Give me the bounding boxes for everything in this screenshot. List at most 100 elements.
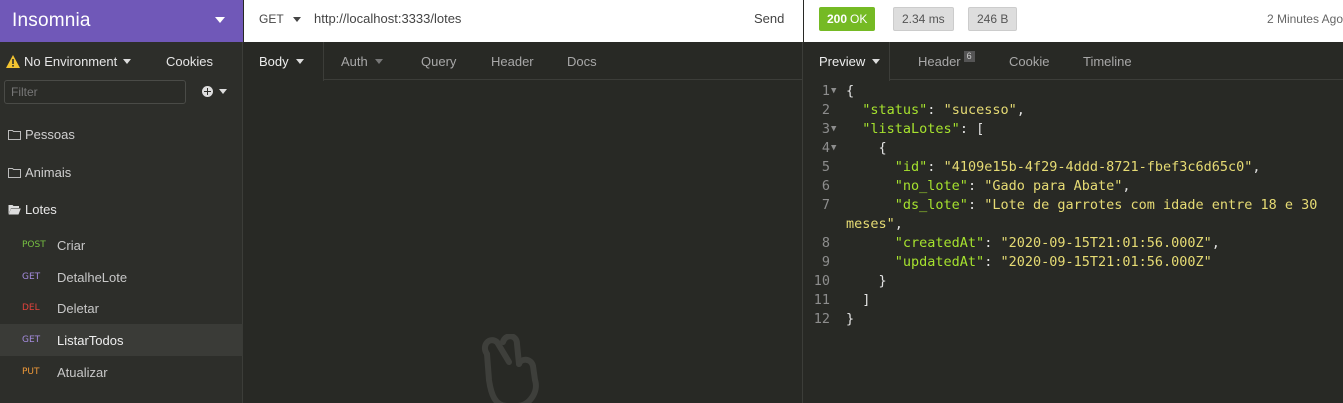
- code-line: 10 }: [804, 272, 1343, 291]
- url-input[interactable]: http://localhost:3333/lotes: [314, 11, 461, 26]
- json-punctuation: [846, 121, 862, 137]
- line-number: 1: [821, 83, 830, 99]
- code-line: 1 ▼ {: [804, 82, 1343, 101]
- tab-cookie[interactable]: Cookie: [1009, 42, 1049, 80]
- response-tabs: Preview Header 6 Cookie Timeline: [804, 42, 1343, 81]
- json-punctuation: :: [984, 254, 1001, 270]
- code-text: meses",: [846, 215, 903, 234]
- tab-header[interactable]: Header: [491, 42, 534, 80]
- json-string: "2020-09-15T21:01:56.000Z": [1000, 235, 1212, 251]
- code-line: 12}: [804, 310, 1343, 329]
- tab-timeline[interactable]: Timeline: [1083, 42, 1132, 80]
- response-body-viewer[interactable]: 1 ▼{2 "status": "sucesso", 3 ▼ "listaLotes"…: [804, 82, 1343, 329]
- json-key: "id": [894, 159, 928, 175]
- tab-label: Cookie: [1009, 53, 1050, 69]
- line-number: 4: [821, 140, 830, 156]
- status-code: 200: [827, 12, 848, 26]
- code-text: }: [846, 310, 854, 329]
- code-text: "status": "sucesso",: [846, 101, 1025, 120]
- json-punctuation: }: [846, 311, 855, 327]
- plus-circle-icon: [202, 86, 213, 97]
- line-number: 9: [821, 254, 830, 270]
- tab-docs[interactable]: Docs: [567, 42, 597, 80]
- code-line: 4 ▼ {: [804, 139, 1343, 158]
- send-button[interactable]: Send: [754, 11, 784, 26]
- json-punctuation: {: [846, 140, 887, 156]
- tab-query[interactable]: Query: [421, 42, 456, 80]
- chevron-down-icon: [295, 59, 304, 64]
- tab-label: Query: [421, 53, 457, 69]
- line-number: 11: [813, 292, 830, 308]
- tab-label: Body: [259, 54, 289, 69]
- json-punctuation: [846, 102, 862, 118]
- json-key: "listaLotes": [862, 121, 960, 137]
- environment-row: No Environment Cookies: [0, 42, 243, 80]
- empty-state-hand-icon: [481, 334, 539, 403]
- json-key: "updatedAt": [894, 254, 985, 270]
- folder-animais[interactable]: Animais: [8, 165, 71, 180]
- line-number: 10: [813, 273, 830, 289]
- request-item-atualizar[interactable]: PUT Atualizar: [0, 356, 243, 388]
- json-string: "Gado para Abate": [984, 178, 1123, 194]
- chevron-down-icon: [123, 59, 132, 64]
- tab-response-header[interactable]: Header 6: [918, 42, 975, 80]
- cookies-button[interactable]: Cookies: [166, 54, 213, 69]
- response-pane: 200 OK 2.34 ms 246 B 2 Minutes Ago Previ…: [804, 0, 1343, 403]
- code-line: 5 "id": "4109e15b-4f29-4ddd-8721-fbef3c6…: [804, 158, 1343, 177]
- filter-input[interactable]: [4, 80, 186, 104]
- json-punctuation: :: [927, 102, 944, 118]
- json-punctuation: ,: [1211, 235, 1220, 251]
- json-punctuation: ,: [1252, 159, 1261, 175]
- status-badge: 200 OK: [819, 7, 876, 31]
- folder-lotes[interactable]: Lotes: [8, 202, 57, 217]
- response-status-bar: 200 OK 2.34 ms 246 B 2 Minutes Ago: [804, 0, 1343, 42]
- code-text: "updatedAt": "2020-09-15T21:01:56.000Z": [846, 253, 1212, 272]
- request-item-detalhelote[interactable]: GET DetalheLote: [0, 261, 243, 293]
- folder-icon: [8, 130, 21, 140]
- json-punctuation: : [: [959, 121, 985, 137]
- line-number: 6: [821, 178, 830, 194]
- method-dropdown[interactable]: GET: [259, 12, 301, 26]
- line-number: 7: [821, 197, 830, 213]
- json-key: "status": [862, 102, 928, 118]
- request-item-criar[interactable]: POST Criar: [0, 229, 243, 261]
- folder-pessoas[interactable]: Pessoas: [8, 127, 75, 142]
- json-key: "createdAt": [894, 235, 985, 251]
- json-punctuation: [846, 235, 895, 251]
- status-text: OK: [850, 12, 868, 26]
- request-item-deletar[interactable]: DEL Deletar: [0, 292, 243, 324]
- add-menu-button[interactable]: [202, 86, 227, 97]
- tab-label: Docs: [567, 53, 597, 69]
- code-line: 11 ]: [804, 291, 1343, 310]
- tab-body[interactable]: Body: [244, 42, 324, 81]
- json-punctuation: :: [984, 235, 1001, 251]
- tab-preview[interactable]: Preview: [804, 42, 890, 81]
- response-age[interactable]: 2 Minutes Ago: [1267, 12, 1343, 26]
- workspace-dropdown[interactable]: Insomnia: [0, 0, 243, 42]
- tab-label: Auth: [341, 53, 368, 69]
- fold-arrow-icon[interactable]: ▼: [831, 82, 836, 101]
- folder-label: Pessoas: [25, 127, 75, 142]
- environment-selector[interactable]: No Environment: [6, 54, 132, 69]
- warning-icon: [6, 55, 20, 68]
- json-punctuation: ,: [1016, 102, 1025, 118]
- code-text: "id": "4109e15b-4f29-4ddd-8721-fbef3c6d6…: [846, 158, 1261, 177]
- line-number: 5: [821, 159, 830, 175]
- json-punctuation: [846, 159, 895, 175]
- line-number: 2: [821, 102, 830, 118]
- code-text: "no_lote": "Gado para Abate",: [846, 177, 1131, 196]
- method-badge: GET: [22, 335, 41, 345]
- fold-arrow-icon[interactable]: ▼: [831, 139, 836, 158]
- json-key: "no_lote": [894, 178, 968, 194]
- json-string: meses": [846, 216, 895, 232]
- folder-label: Lotes: [25, 202, 57, 217]
- request-name: Deletar: [57, 300, 99, 316]
- folder-icon: [8, 168, 21, 178]
- tab-auth[interactable]: Auth: [341, 42, 383, 80]
- tab-label: Header: [491, 53, 534, 69]
- request-item-listartodos[interactable]: GET ListarTodos: [0, 324, 243, 356]
- method-badge: POST: [22, 240, 46, 250]
- code-text: "listaLotes": [: [846, 120, 984, 139]
- fold-arrow-icon[interactable]: ▼: [831, 120, 836, 139]
- method-badge: PUT: [22, 367, 40, 377]
